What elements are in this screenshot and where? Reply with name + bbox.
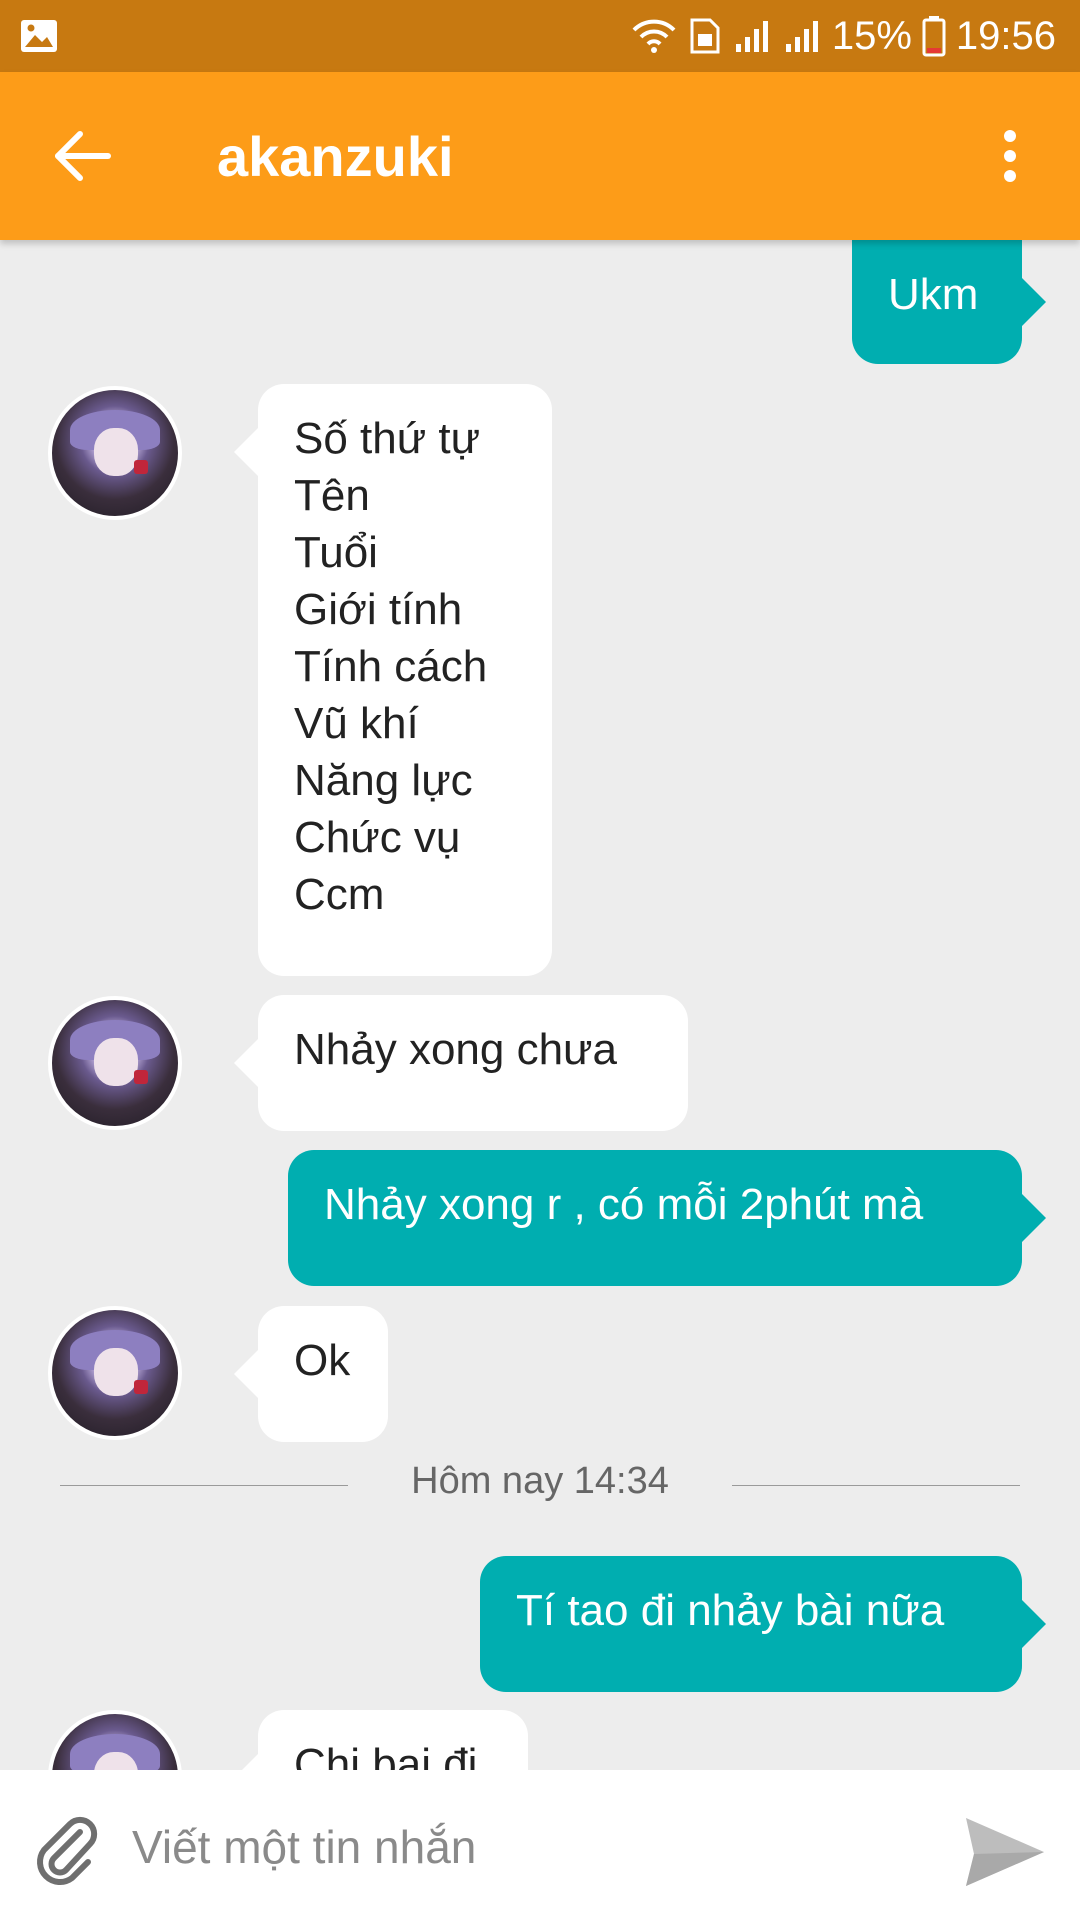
incoming-message[interactable]: Số thứ tự Tên Tuổi Giới tính Tính cách V… [234, 384, 552, 976]
message-text: Nhảy xong chưa [294, 1025, 617, 1074]
outgoing-message[interactable]: Tí tao đi nhảy bài nữa [480, 1556, 1046, 1692]
signal-icon [785, 21, 818, 52]
message-line: Chức vụ [294, 813, 461, 862]
incoming-message[interactable]: Nhảy xong chưa [234, 995, 688, 1131]
avatar[interactable] [48, 1710, 182, 1770]
message-input[interactable] [130, 1808, 914, 1886]
status-indicators: 15% 19:56 [630, 0, 1056, 72]
battery-percent: 15% [831, 13, 912, 58]
message-text: Nhảy xong r , có mỗi 2phút mà [324, 1180, 924, 1229]
incoming-message[interactable]: Ok [234, 1306, 388, 1442]
gallery-icon [21, 20, 57, 52]
composer-bar [0, 1770, 1080, 1920]
wifi-icon [632, 19, 676, 53]
back-arrow-icon[interactable] [48, 122, 116, 190]
message-line: Vũ khí [294, 699, 419, 748]
outgoing-message[interactable]: Ukm [852, 240, 1046, 364]
incoming-message[interactable]: Chi bai đi [234, 1710, 528, 1770]
message-line: Tuổi [294, 528, 378, 577]
outgoing-message[interactable]: Nhảy xong r , có mỗi 2phút mà [288, 1150, 1046, 1286]
message-line: Giới tính [294, 585, 463, 634]
message-line: Ccm [294, 870, 385, 919]
message-line: Tính cách [294, 642, 488, 691]
status-bar: 15% 19:56 [0, 0, 1080, 72]
paperclip-icon[interactable] [28, 1810, 104, 1886]
message-line: Tên [294, 471, 370, 520]
message-text: Ok [294, 1336, 351, 1385]
date-label: Hôm nay 14:34 [411, 1460, 669, 1502]
avatar[interactable] [48, 386, 182, 520]
sim-icon [690, 18, 720, 54]
separator-line [732, 1485, 1020, 1486]
avatar[interactable] [48, 1306, 182, 1440]
clock: 19:56 [955, 13, 1056, 58]
message-text: Chi bai đi [294, 1740, 478, 1770]
avatar[interactable] [48, 996, 182, 1130]
app-bar: akanzuki [0, 72, 1080, 240]
date-separator: Hôm nay 14:34 [60, 1456, 1020, 1516]
message-list[interactable]: Ukm Số thứ tự Tên Tuổi Giới tính Tính cá… [0, 240, 1080, 1770]
message-line: Số thứ tự [294, 414, 481, 463]
message-line: Năng lực [294, 756, 473, 805]
signal-icon [735, 21, 768, 52]
message-text: Ukm [888, 270, 979, 319]
conversation-title: akanzuki [217, 125, 454, 188]
message-text: Tí tao đi nhảy bài nữa [516, 1586, 945, 1635]
battery-icon [922, 16, 946, 57]
send-icon[interactable] [962, 1812, 1046, 1892]
more-vert-icon[interactable] [990, 122, 1030, 190]
